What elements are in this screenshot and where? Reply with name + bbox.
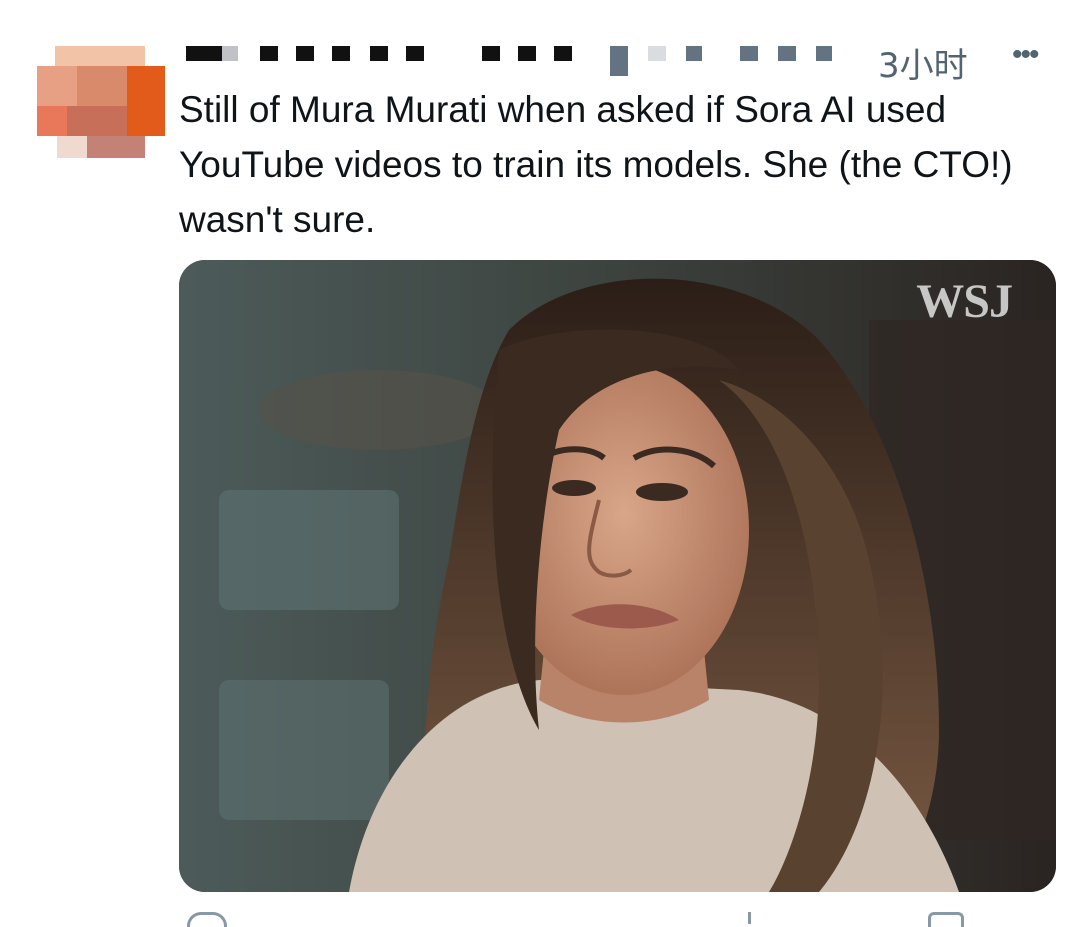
avatar-pixel [57,136,87,158]
avatar-pixel [55,46,145,66]
tweet-text: Still of Mura Murati when asked if Sora … [179,89,1013,240]
wsj-watermark: WSJ [916,275,1013,328]
avatar-pixel [127,66,165,136]
tweet-header: 3小时 ••• [180,38,1060,86]
share-icon[interactable] [928,912,964,927]
avatar-pixel [37,106,67,136]
more-horizontal-icon[interactable]: ••• [1012,38,1039,72]
views-icon[interactable] [748,912,761,924]
avatar-pixel [67,106,127,136]
reply-icon[interactable] [187,912,227,927]
tweet-timestamp[interactable]: 3小时 [878,38,968,87]
avatar[interactable] [37,46,165,158]
avatar-pixel [87,136,145,158]
avatar-pixel [37,66,77,106]
tweet-media-image[interactable]: WSJ [179,260,1056,892]
avatar-pixel [77,66,127,106]
media-photo [179,260,1056,892]
